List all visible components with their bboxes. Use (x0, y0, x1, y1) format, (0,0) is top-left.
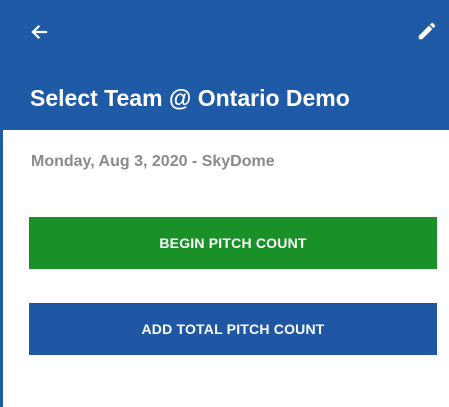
begin-pitch-count-button[interactable]: BEGIN PITCH COUNT (29, 217, 437, 269)
page-title: Select Team @ Ontario Demo (30, 85, 350, 111)
edit-button[interactable] (413, 17, 441, 45)
app-header: Select Team @ Ontario Demo (3, 0, 449, 130)
arrow-left-icon (31, 24, 48, 40)
add-total-pitch-count-button[interactable]: ADD TOTAL PITCH COUNT (29, 303, 437, 355)
pencil-icon (418, 22, 436, 40)
event-date-venue: Monday, Aug 3, 2020 - SkyDome (31, 153, 275, 170)
back-button[interactable] (25, 18, 53, 46)
